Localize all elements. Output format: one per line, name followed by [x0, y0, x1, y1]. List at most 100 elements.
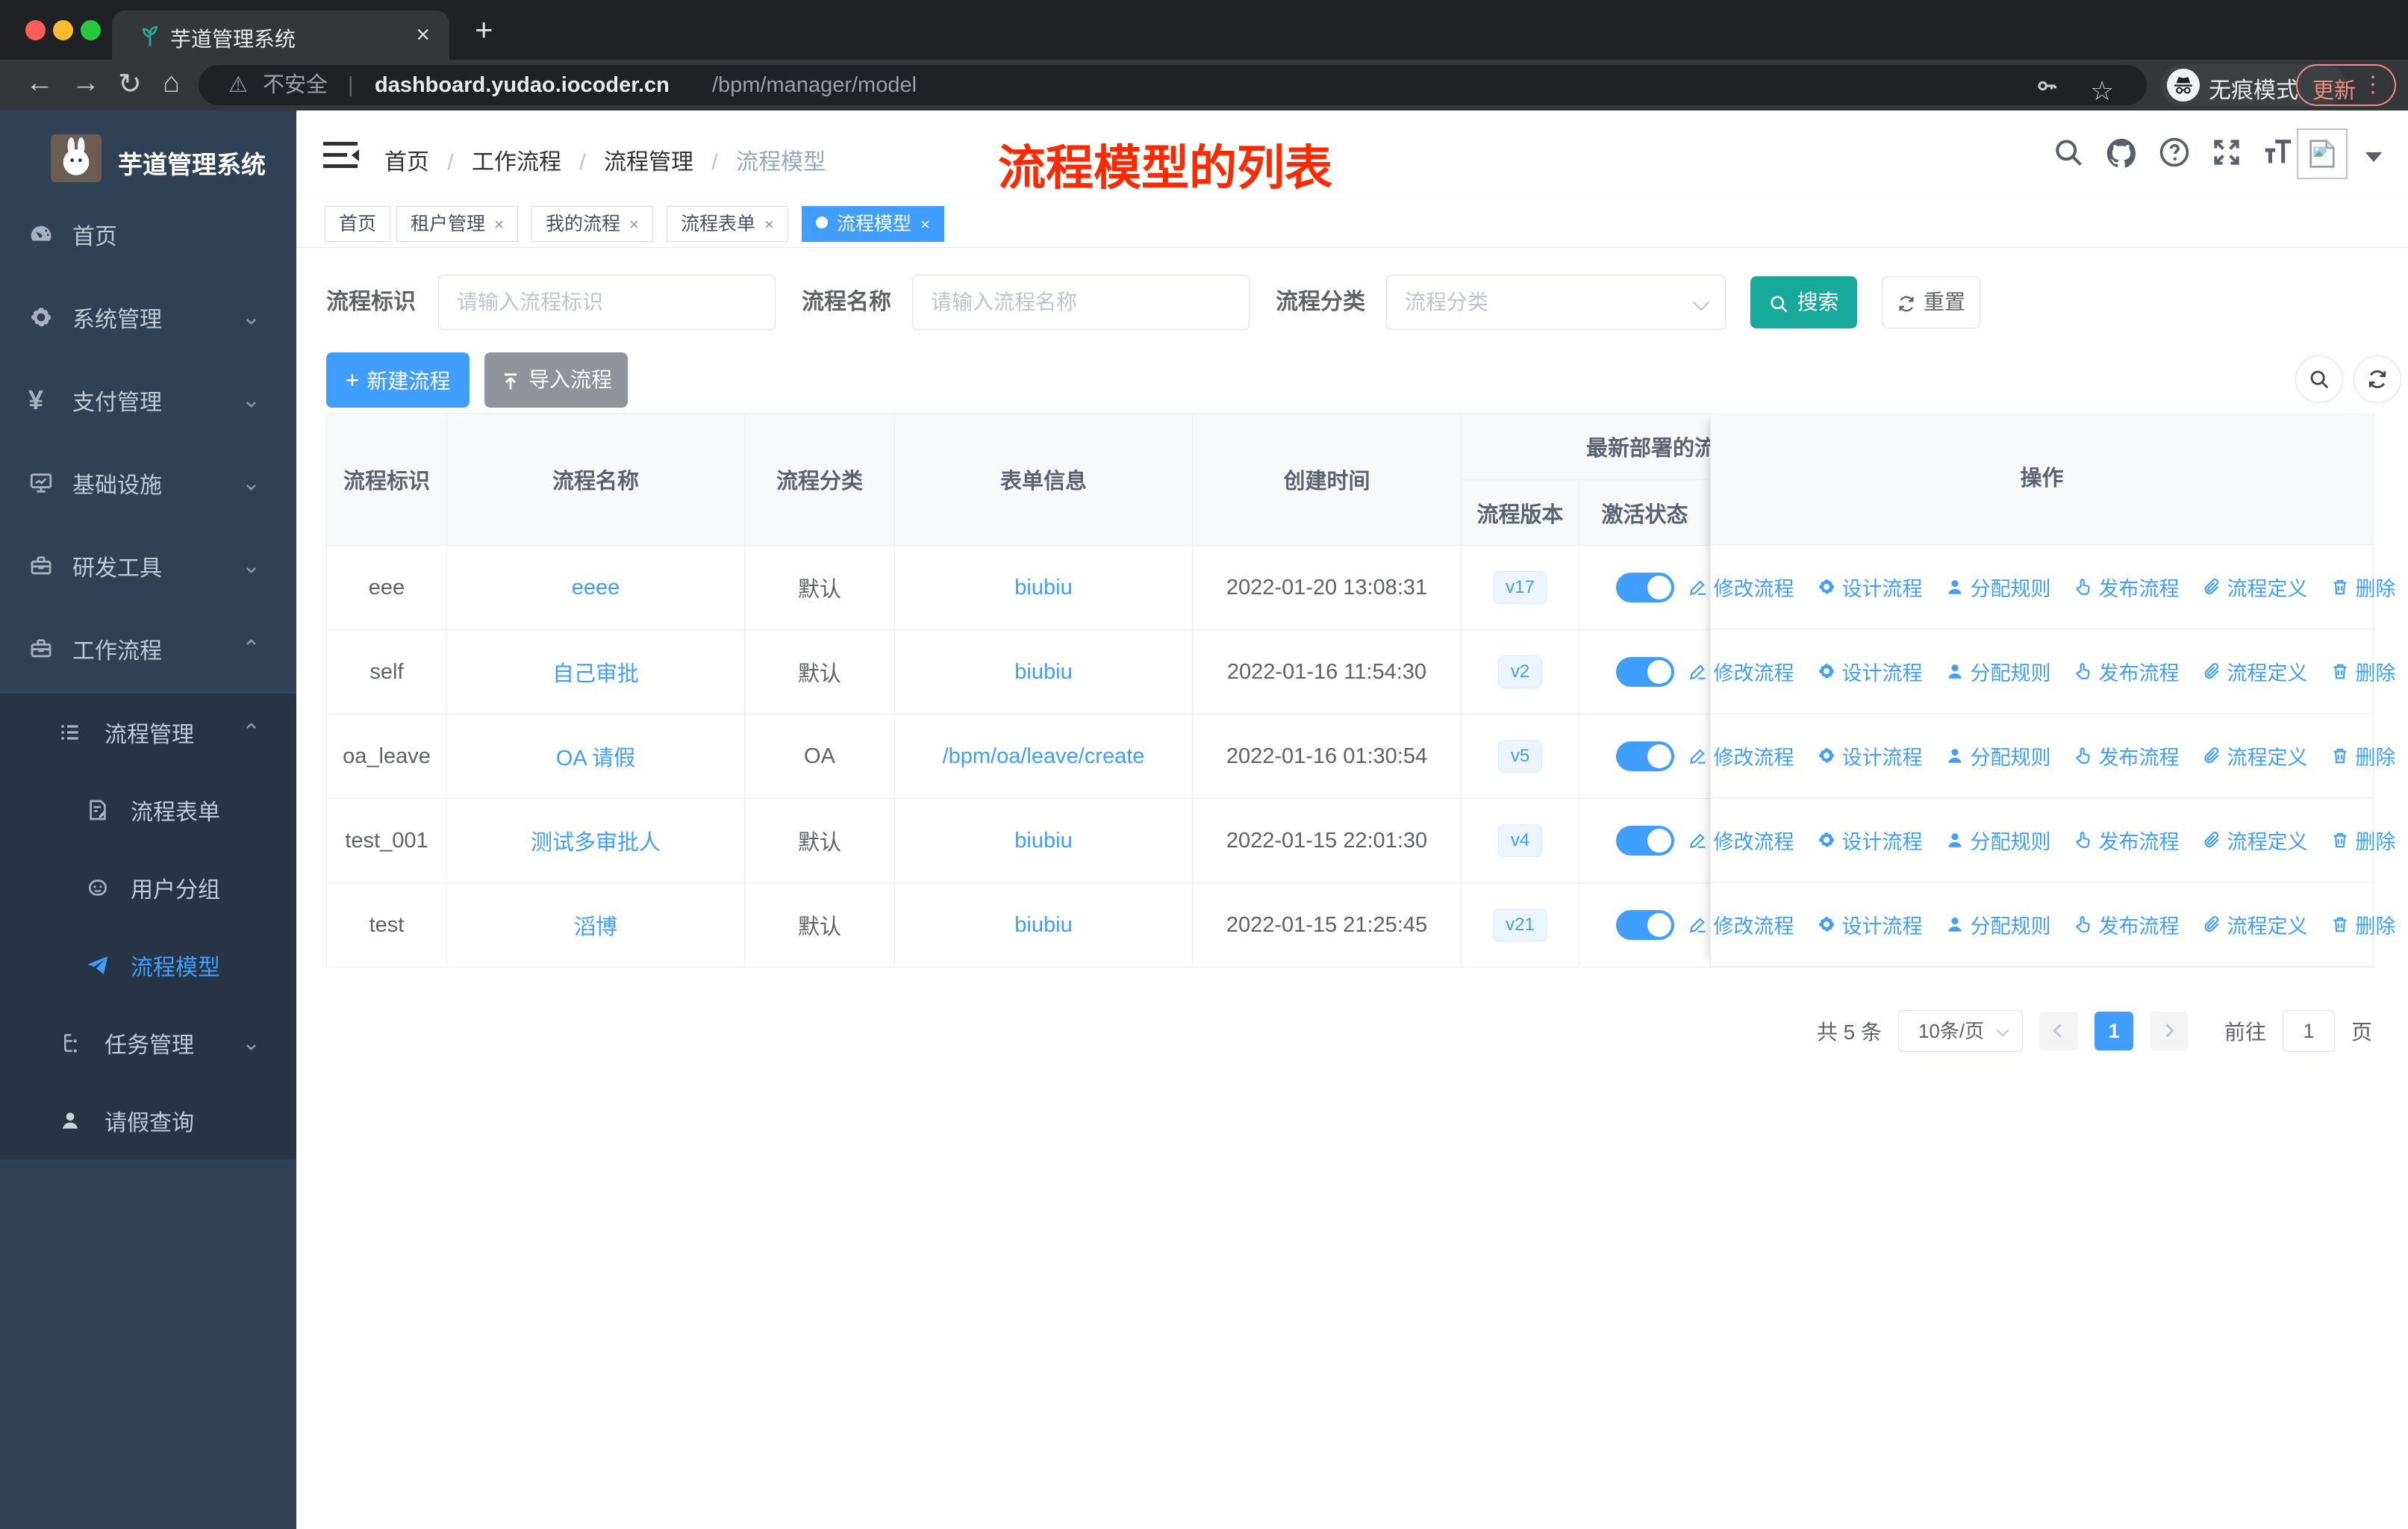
- design-process-link[interactable]: 设计流程: [1817, 573, 1923, 602]
- tag-process-model-active[interactable]: 流程模型 ×: [802, 206, 944, 242]
- publish-process-link[interactable]: 发布流程: [2074, 741, 2180, 770]
- home-icon[interactable]: ⌂: [163, 67, 180, 99]
- close-icon[interactable]: ×: [764, 215, 774, 234]
- font-size-icon[interactable]: [2261, 136, 2295, 170]
- page-size-select[interactable]: 10条/页: [1897, 1010, 2023, 1052]
- close-icon[interactable]: ×: [629, 215, 639, 234]
- window-zoom-button[interactable]: [81, 20, 101, 40]
- assign-rule-link[interactable]: 分配规则: [1945, 826, 2051, 855]
- modify-process-link[interactable]: 修改流程: [1688, 573, 1794, 602]
- reload-icon[interactable]: ↻: [118, 67, 142, 101]
- sidebar-item-process-management[interactable]: 流程管理 ⌃: [0, 694, 296, 771]
- fullscreen-icon[interactable]: [2210, 136, 2243, 169]
- active-toggle[interactable]: [1615, 741, 1674, 771]
- publish-process-link[interactable]: 发布流程: [2074, 573, 2180, 602]
- browser-menu-icon[interactable]: ⋮: [2362, 72, 2384, 98]
- back-icon[interactable]: ←: [25, 67, 54, 99]
- modify-process-link[interactable]: 修改流程: [1688, 657, 1794, 686]
- bookmark-star-icon[interactable]: ☆: [2090, 71, 2114, 111]
- sidebar-item-infrastructure[interactable]: 基础设施 ⌄: [0, 441, 296, 524]
- delete-link[interactable]: 删除: [2330, 657, 2396, 686]
- delete-link[interactable]: 删除: [2330, 573, 2396, 602]
- sidebar-item-system[interactable]: 系统管理 ⌄: [0, 275, 296, 358]
- reset-button[interactable]: 重置: [1882, 276, 1980, 328]
- sidebar-item-leave-query[interactable]: 请假查询: [0, 1082, 296, 1159]
- new-tab-button[interactable]: +: [475, 12, 493, 48]
- design-process-link[interactable]: 设计流程: [1817, 910, 1923, 939]
- goto-page-input[interactable]: [2282, 1010, 2335, 1052]
- modify-process-link[interactable]: 修改流程: [1688, 910, 1794, 939]
- tag-tenant[interactable]: 租户管理 ×: [396, 206, 518, 242]
- close-icon[interactable]: ×: [494, 215, 504, 234]
- active-toggle[interactable]: [1615, 573, 1674, 602]
- breadcrumb-workflow[interactable]: 工作流程: [472, 150, 561, 175]
- next-page-button[interactable]: [2149, 1012, 2189, 1050]
- create-process-button[interactable]: + 新建流程: [326, 352, 470, 408]
- modify-process-link[interactable]: 修改流程: [1688, 826, 1794, 855]
- form-info-link[interactable]: biubiu: [1014, 829, 1072, 853]
- tag-home[interactable]: 首页: [325, 206, 391, 242]
- sidebar-item-workflow[interactable]: 工作流程 ⌃: [0, 607, 296, 690]
- design-process-link[interactable]: 设计流程: [1817, 741, 1923, 770]
- breadcrumb-process-management[interactable]: 流程管理: [604, 150, 693, 175]
- modify-process-link[interactable]: 修改流程: [1688, 741, 1794, 770]
- sidebar-item-process-model[interactable]: 流程模型: [0, 927, 296, 1004]
- tag-my-process[interactable]: 我的流程 ×: [531, 206, 653, 242]
- publish-process-link[interactable]: 发布流程: [2074, 826, 2180, 855]
- process-name-input[interactable]: [912, 275, 1250, 330]
- process-definition-link[interactable]: 流程定义: [2202, 573, 2308, 602]
- security-label[interactable]: 不安全: [263, 65, 328, 105]
- assign-rule-link[interactable]: 分配规则: [1945, 573, 2051, 602]
- sidebar-item-user-group[interactable]: 用户分组: [0, 849, 296, 927]
- delete-link[interactable]: 删除: [2330, 826, 2396, 855]
- category-select[interactable]: 流程分类: [1386, 275, 1726, 330]
- assign-rule-link[interactable]: 分配规则: [1945, 910, 2051, 939]
- window-minimize-button[interactable]: [53, 20, 73, 40]
- search-button[interactable]: 搜索: [1750, 276, 1857, 328]
- design-process-link[interactable]: 设计流程: [1817, 657, 1923, 686]
- assign-rule-link[interactable]: 分配规则: [1945, 657, 2051, 686]
- search-icon[interactable]: [2052, 136, 2085, 169]
- forward-icon[interactable]: →: [72, 67, 100, 99]
- publish-process-link[interactable]: 发布流程: [2074, 657, 2180, 686]
- key-icon[interactable]: [2035, 74, 2059, 98]
- form-info-link[interactable]: /bpm/oa/leave/create: [943, 744, 1145, 768]
- active-toggle[interactable]: [1615, 826, 1674, 856]
- window-close-button[interactable]: [25, 20, 46, 40]
- delete-link[interactable]: 删除: [2330, 910, 2396, 939]
- publish-process-link[interactable]: 发布流程: [2074, 910, 2180, 939]
- process-name-link[interactable]: 滔博: [574, 915, 617, 939]
- sidebar-item-task-management[interactable]: 任务管理 ⌄: [0, 1004, 296, 1082]
- process-name-link[interactable]: 自己审批: [552, 662, 639, 686]
- caret-down-icon[interactable]: [2365, 152, 2382, 170]
- process-name-link[interactable]: 测试多审批人: [531, 831, 661, 855]
- prev-page-button[interactable]: [2039, 1012, 2078, 1050]
- browser-tab[interactable]: 芋道管理系统 ×: [112, 10, 449, 60]
- sidebar-item-process-form[interactable]: 流程表单: [0, 771, 296, 849]
- form-info-link[interactable]: biubiu: [1014, 576, 1072, 600]
- form-info-link[interactable]: biubiu: [1014, 913, 1072, 937]
- assign-rule-link[interactable]: 分配规则: [1945, 741, 2051, 770]
- omnibox[interactable]: ⚠ 不安全 | dashboard.yudao.iocoder.cn /bpm/…: [199, 65, 2147, 106]
- process-definition-link[interactable]: 流程定义: [2202, 657, 2308, 686]
- update-button[interactable]: 更新 ⋮: [2296, 64, 2396, 106]
- tab-close-icon[interactable]: ×: [416, 21, 430, 49]
- breadcrumb-home[interactable]: 首页: [384, 150, 429, 175]
- process-name-link[interactable]: OA 请假: [556, 747, 635, 770]
- refresh-table-button[interactable]: [2354, 355, 2401, 403]
- sidebar-item-devtools[interactable]: 研发工具 ⌄: [0, 524, 296, 607]
- process-name-link[interactable]: eeee: [572, 576, 620, 600]
- import-process-button[interactable]: 导入流程: [484, 352, 628, 408]
- tag-process-form[interactable]: 流程表单 ×: [667, 206, 788, 242]
- active-toggle[interactable]: [1615, 657, 1674, 687]
- active-toggle[interactable]: [1615, 910, 1674, 940]
- github-icon[interactable]: [2104, 136, 2139, 170]
- user-avatar[interactable]: [2297, 128, 2348, 179]
- process-key-input[interactable]: [438, 275, 776, 330]
- sidebar-collapse-icon[interactable]: [323, 139, 359, 172]
- sidebar-item-payment[interactable]: ¥ 支付管理 ⌄: [0, 358, 296, 441]
- current-page-button[interactable]: 1: [2094, 1012, 2133, 1050]
- help-icon[interactable]: [2158, 136, 2191, 169]
- design-process-link[interactable]: 设计流程: [1817, 826, 1923, 855]
- toggle-search-button[interactable]: [2295, 355, 2343, 403]
